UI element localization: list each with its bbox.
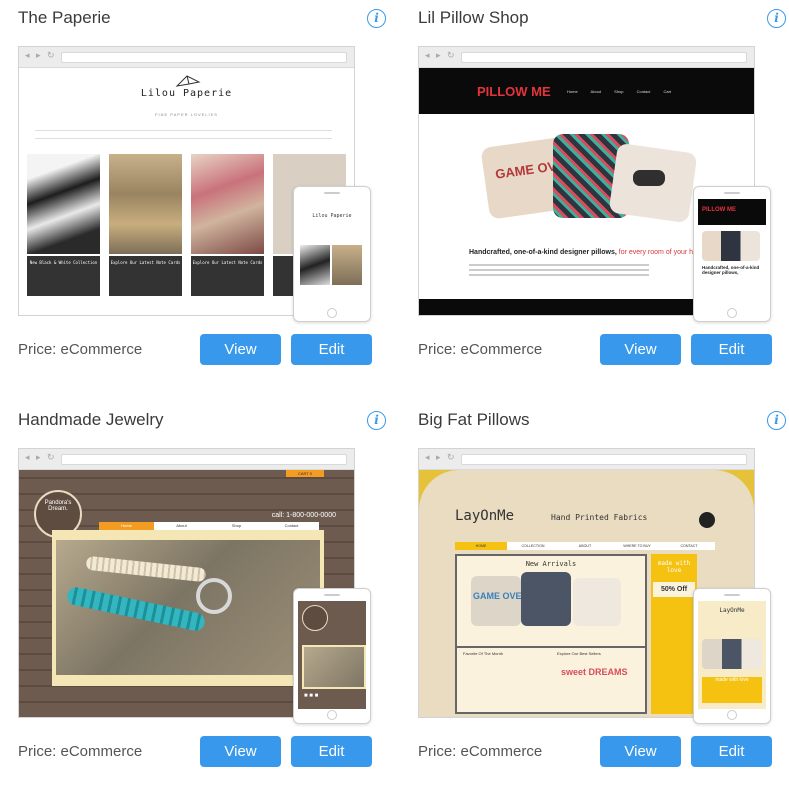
browser-bar: ◂ ▸ ↻ [19, 47, 354, 68]
price-label: Price: eCommerce [418, 743, 543, 760]
template-card: Lil Pillow Shop i ◂ ▸ ↻ PILLOW ME Home A… [418, 0, 788, 380]
template-card: Big Fat Pillows i ◂ ▸ ↻ LayOnMe Hand Pri… [418, 402, 788, 782]
edit-button[interactable]: Edit [691, 334, 772, 365]
info-icon[interactable]: i [767, 411, 786, 430]
view-button[interactable]: View [600, 736, 681, 767]
template-title: The Paperie [18, 8, 111, 27]
template-title: Lil Pillow Shop [418, 8, 529, 27]
product-caption: Explore Our Latest Note Cards [109, 256, 182, 296]
site-menu: HOME COLLECTION ABOUT WHERE TO BUY CONTACT [455, 542, 715, 550]
product-image [191, 154, 264, 254]
site-brand: PILLOW ME [477, 84, 551, 99]
product-image [109, 154, 182, 254]
site-tagline: Handcrafted, one-of-a-kind designer pill… [469, 249, 709, 256]
site-menu: Home About Shop Contact [99, 522, 319, 530]
view-button[interactable]: View [600, 334, 681, 365]
mobile-brand: PILLOW ME [702, 207, 736, 213]
info-icon[interactable]: i [367, 9, 386, 28]
cart-button: CART 0 [286, 470, 324, 477]
browser-nav-icons: ◂ ▸ ↻ [25, 50, 57, 60]
mobile-screen: PILLOW ME Handcrafted, one-of-a-kind des… [698, 199, 766, 307]
template-preview[interactable]: ◂ ▸ ↻ LayOnMe Hand Printed Fabrics HOME C… [418, 448, 771, 724]
edit-button[interactable]: Edit [291, 736, 372, 767]
mobile-mockup: ■ ■ ■ [293, 588, 371, 724]
promo-sidebar: made with love 50% Off [651, 554, 697, 714]
crane-logo-icon [175, 75, 201, 87]
browser-nav-icons: ◂ ▸ ↻ [25, 452, 57, 462]
mobile-mockup: PILLOW ME Handcrafted, one-of-a-kind des… [693, 186, 771, 322]
product-image [27, 154, 100, 254]
browser-nav-icons: ◂ ▸ ↻ [425, 452, 457, 462]
site-menu [35, 130, 332, 139]
site-phone: call: 1-800-000-0000 [271, 512, 336, 519]
price-label: Price: eCommerce [18, 743, 143, 760]
view-button[interactable]: View [200, 334, 281, 365]
template-card: The Paperie i ◂ ▸ ↻ Lilou Paperie FINE P… [18, 0, 388, 380]
address-bar [61, 52, 347, 63]
mobile-brand: Lilou Paperie [312, 213, 352, 219]
site-brand: Lilou Paperie [140, 88, 233, 99]
edit-button[interactable]: Edit [691, 736, 772, 767]
template-preview[interactable]: ◂ ▸ ↻ PILLOW ME Home About Shop Contact … [418, 46, 771, 322]
address-bar [461, 52, 747, 63]
mobile-screen: ■ ■ ■ [298, 601, 366, 709]
mobile-screen: Lilou Paperie [298, 199, 366, 307]
site-tagline: FINE PAPER LOVELIES [155, 112, 218, 117]
mobile-mockup: LayOnMe made with love [693, 588, 771, 724]
view-button[interactable]: View [200, 736, 281, 767]
template-card: Handmade Jewelry i ◂ ▸ ↻ CART 0 Pandora'… [18, 402, 388, 782]
product-caption: Explore Our Latest Note Cards [191, 256, 264, 296]
address-bar [461, 454, 747, 465]
mobile-screen: LayOnMe made with love [698, 601, 766, 709]
edit-button[interactable]: Edit [291, 334, 372, 365]
browser-nav-icons: ◂ ▸ ↻ [425, 50, 457, 60]
address-bar [61, 454, 347, 465]
social-icons: ■ ■ ■ [304, 693, 319, 699]
ring-image [196, 578, 232, 614]
mobile-brand: LayOnMe [719, 607, 745, 614]
site-subtitle: Hand Printed Fabrics [551, 513, 648, 522]
template-title: Big Fat Pillows [418, 410, 530, 429]
browser-bar: ◂ ▸ ↻ [19, 449, 354, 470]
template-preview[interactable]: ◂ ▸ ↻ Lilou Paperie FINE PAPER LOVELIES … [18, 46, 371, 322]
browser-bar: ◂ ▸ ↻ [419, 449, 754, 470]
price-label: Price: eCommerce [418, 341, 543, 358]
site-nav: Home About Shop Contact Cart [567, 89, 672, 94]
template-title: Handmade Jewelry [18, 410, 164, 429]
new-arrivals-panel: New Arrivals GAME OVER! Favorite Of The … [455, 554, 647, 714]
info-icon[interactable]: i [367, 411, 386, 430]
browser-bar: ◂ ▸ ↻ [419, 47, 754, 68]
hero-image [56, 540, 320, 675]
site-header: PILLOW ME Home About Shop Contact Cart [419, 68, 754, 114]
product-caption: New Black & White Collection [27, 256, 100, 296]
gamepad-icon [633, 170, 665, 186]
price-label: Price: eCommerce [18, 341, 143, 358]
mobile-mockup: Lilou Paperie [293, 186, 371, 322]
info-icon[interactable]: i [767, 9, 786, 28]
site-brand: LayOnMe [455, 508, 515, 524]
cart-icon [699, 512, 715, 528]
template-preview[interactable]: ◂ ▸ ↻ CART 0 Pandora's Dream. call: 1-80… [18, 448, 371, 724]
